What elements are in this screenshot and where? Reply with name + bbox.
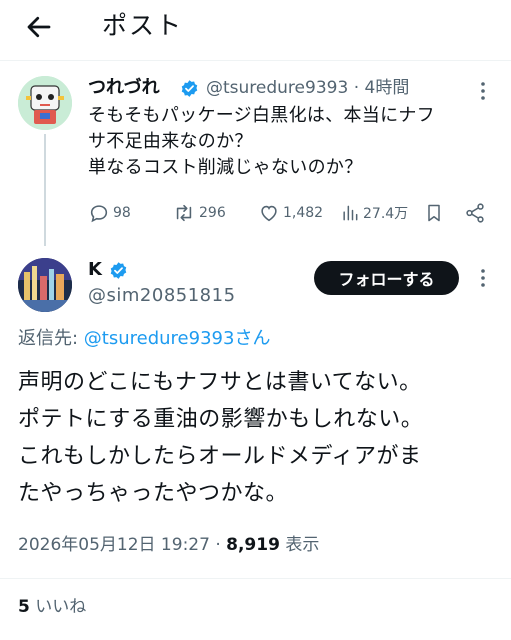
author-handle[interactable]: @sim20851815 (88, 284, 236, 308)
view-count: 27.4万 (363, 206, 409, 222)
author-handle[interactable]: @tsuredure9393 · 4時間 (206, 76, 409, 100)
reply-to-link[interactable]: @tsuredure9393さん (84, 328, 271, 349)
post-text: 声明のどこにもナフサとは書いてない。 ポテトにする重油の影響かもしれない。 これ… (18, 364, 498, 512)
author-name[interactable]: つれづれ (88, 76, 160, 100)
like-count: 1,482 (283, 205, 324, 221)
post-time: 4時間 (364, 78, 410, 98)
reply-count: 98 (113, 205, 131, 221)
repost-icon (176, 204, 192, 222)
divider (0, 578, 511, 579)
post-line: 声明のどこにもナフサとは書いてない。 (18, 370, 422, 395)
repost-count: 296 (199, 205, 226, 221)
reply-to-label: 返信先: (18, 328, 84, 349)
post-timestamp[interactable]: 2026年05月12日 19:27 · (18, 535, 226, 555)
page-title: ポスト (102, 11, 184, 40)
verified-badge-icon (181, 80, 198, 97)
reply-icon (90, 205, 108, 223)
avatar[interactable] (18, 258, 72, 312)
share-icon[interactable] (464, 202, 486, 224)
like-button[interactable]: 1,482 (258, 200, 323, 226)
view-count: 8,919 (226, 535, 280, 555)
top-bar: ポスト (0, 0, 511, 56)
post-line: そもそもパッケージ白黒化は、本当にナフ (88, 105, 435, 126)
avatar[interactable] (18, 76, 72, 130)
handle-text: @tsuredure9393 (206, 78, 349, 98)
like-count: 5 (18, 597, 30, 617)
post-line: これもしかしたらオールドメディアがま (18, 444, 422, 469)
reply-button[interactable]: 98 (88, 200, 131, 226)
post-line: ポテトにする重油の影響かもしれない。 (18, 407, 424, 432)
views-icon (343, 205, 358, 221)
divider (0, 60, 511, 61)
views-button[interactable]: 27.4万 (340, 200, 408, 226)
like-icon (261, 205, 277, 222)
action-bar: 98 296 1,482 27.4万 (88, 200, 498, 226)
author-name[interactable]: K (88, 258, 102, 282)
likes-summary[interactable]: 5 いいね (18, 595, 86, 619)
bookmark-icon[interactable] (424, 202, 444, 224)
post-text: そもそもパッケージ白黒化は、本当にナフ サ不足由来なのか？ 単なるコスト削減じゃ… (88, 103, 498, 181)
follow-button[interactable]: フォローする (314, 261, 459, 295)
repost-button[interactable]: 296 (172, 200, 226, 226)
post-metadata: 2026年05月12日 19:27 · 8,919 表示 (18, 533, 319, 557)
more-options-icon[interactable] (478, 267, 488, 289)
reply-to: 返信先: @tsuredure9393さん (18, 326, 270, 352)
verified-badge-icon (110, 262, 127, 279)
more-options-icon[interactable] (478, 80, 488, 102)
separator: · (353, 78, 360, 98)
back-arrow-icon[interactable] (24, 12, 54, 42)
post-line: 単なるコスト削減じゃないのか？ (88, 157, 363, 178)
thread-connector (44, 134, 46, 246)
view-label: 表示 (279, 535, 320, 555)
post-line: たやっちゃったやつかな。 (18, 481, 289, 506)
post-line: サ不足由来なのか？ (88, 131, 253, 152)
like-label: いいね (29, 597, 87, 617)
